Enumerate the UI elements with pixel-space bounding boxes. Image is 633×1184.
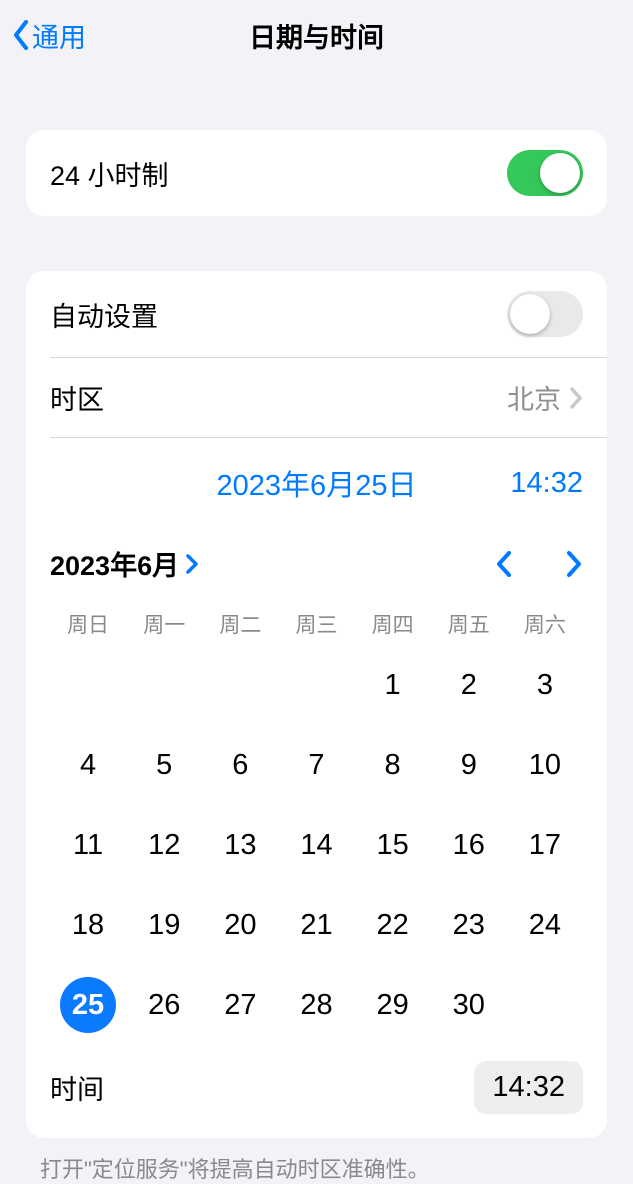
month-picker-button[interactable]: 2023年6月	[50, 544, 199, 583]
calendar-day[interactable]: 11	[50, 805, 126, 885]
row-24-hour: 24 小时制	[26, 130, 607, 216]
calendar-empty-cell	[50, 645, 126, 725]
calendar-day[interactable]: 6	[202, 725, 278, 805]
row-auto-set: 自动设置	[26, 271, 607, 357]
switch-auto-set[interactable]	[507, 291, 583, 337]
calendar-day[interactable]: 26	[126, 965, 202, 1045]
calendar-day[interactable]: 30	[431, 965, 507, 1045]
chevron-right-icon	[569, 386, 583, 410]
selected-date-display[interactable]: 2023年6月25日	[170, 462, 463, 504]
chevron-right-icon	[185, 553, 199, 575]
calendar-day[interactable]: 27	[202, 965, 278, 1045]
calendar-day[interactable]: 5	[126, 725, 202, 805]
calendar-day[interactable]: 23	[431, 885, 507, 965]
selected-time-display[interactable]: 14:32	[463, 467, 583, 500]
calendar-day[interactable]: 10	[507, 725, 583, 805]
page-title: 日期与时间	[249, 16, 384, 55]
next-month-button[interactable]	[563, 549, 583, 579]
calendar-empty-cell	[126, 645, 202, 725]
label-24-hour: 24 小时制	[50, 154, 169, 193]
calendar-day[interactable]: 8	[355, 725, 431, 805]
footer-note: 打开"定位服务"将提高自动时区准确性。	[40, 1152, 593, 1184]
chevron-left-icon	[12, 18, 32, 52]
calendar-day[interactable]: 25	[50, 965, 126, 1045]
weekday-header: 周日	[50, 609, 126, 639]
calendar-day[interactable]: 17	[507, 805, 583, 885]
label-auto-set: 自动设置	[50, 295, 158, 334]
calendar-empty-cell	[278, 645, 354, 725]
calendar-day[interactable]: 16	[431, 805, 507, 885]
calendar-day[interactable]: 3	[507, 645, 583, 725]
weekday-header: 周五	[431, 609, 507, 639]
weekday-header: 周二	[202, 609, 278, 639]
time-picker-button[interactable]: 14:32	[474, 1061, 583, 1114]
weekday-header: 周一	[126, 609, 202, 639]
calendar-day[interactable]: 1	[355, 645, 431, 725]
prev-month-button[interactable]	[495, 549, 515, 579]
row-timezone[interactable]: 时区 北京	[26, 358, 607, 437]
calendar-day[interactable]: 24	[507, 885, 583, 965]
calendar-day[interactable]: 15	[355, 805, 431, 885]
calendar-day[interactable]: 14	[278, 805, 354, 885]
value-timezone: 北京	[507, 378, 561, 417]
calendar-day[interactable]: 2	[431, 645, 507, 725]
switch-24-hour[interactable]	[507, 150, 583, 196]
calendar-day[interactable]: 13	[202, 805, 278, 885]
weekday-header: 周四	[355, 609, 431, 639]
calendar-day[interactable]: 9	[431, 725, 507, 805]
calendar-day[interactable]: 12	[126, 805, 202, 885]
weekday-header: 周三	[278, 609, 354, 639]
calendar-day[interactable]: 21	[278, 885, 354, 965]
calendar-day[interactable]: 19	[126, 885, 202, 965]
calendar-empty-cell	[202, 645, 278, 725]
calendar-day[interactable]: 4	[50, 725, 126, 805]
calendar-day[interactable]: 18	[50, 885, 126, 965]
calendar-day[interactable]: 20	[202, 885, 278, 965]
weekday-header: 周六	[507, 609, 583, 639]
time-label: 时间	[50, 1068, 104, 1107]
calendar-day[interactable]: 7	[278, 725, 354, 805]
label-timezone: 时区	[50, 378, 104, 417]
month-title-text: 2023年6月	[50, 544, 179, 583]
back-label: 通用	[32, 16, 86, 55]
calendar-day[interactable]: 22	[355, 885, 431, 965]
back-button[interactable]: 通用	[12, 0, 86, 70]
calendar-day[interactable]: 29	[355, 965, 431, 1045]
calendar-day[interactable]: 28	[278, 965, 354, 1045]
